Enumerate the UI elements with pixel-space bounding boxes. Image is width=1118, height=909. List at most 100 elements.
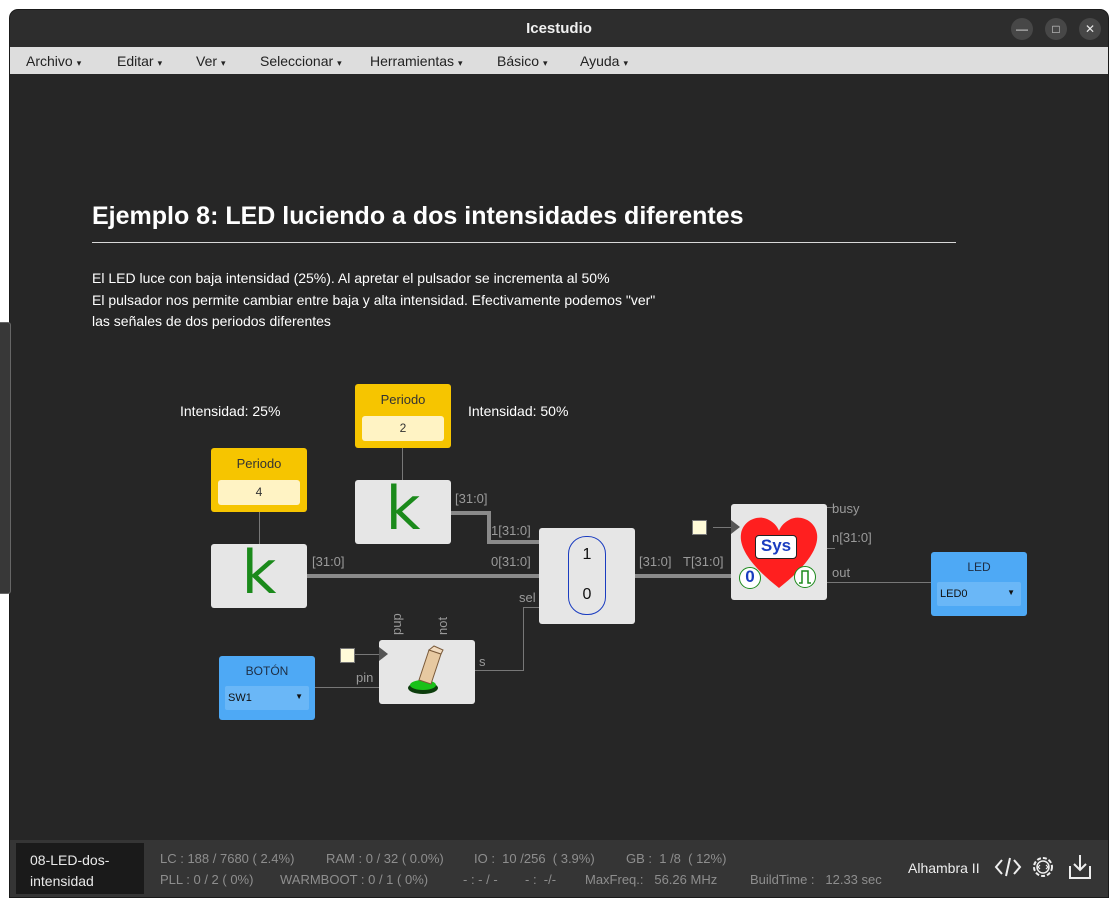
const-k-low-block[interactable]: k [211, 538, 307, 608]
pin-select-value: SW1 [228, 692, 252, 704]
maximize-icon: □ [1052, 22, 1060, 36]
mux-block[interactable]: 1 0 [539, 528, 635, 624]
stat-maxfreq: MaxFreq.: 56.26 MHz [585, 872, 718, 887]
window-title: Icestudio [526, 20, 592, 37]
caret-down-icon: ▾ [623, 58, 628, 68]
mux-sel-label: sel [519, 590, 536, 605]
param-periodo-high[interactable]: Periodo 2 [355, 384, 451, 448]
sys-in-label: T[31:0] [683, 554, 724, 569]
button-block[interactable] [379, 640, 475, 704]
clock-arrow-icon [731, 520, 740, 534]
param-value-input[interactable]: 2 [362, 416, 444, 441]
dropdown-arrow-icon: ▼ [1007, 588, 1015, 597]
sys-block[interactable]: Sys 0 [731, 504, 827, 600]
close-icon: ✕ [1084, 22, 1096, 36]
close-button[interactable]: ✕ [1079, 18, 1101, 40]
stat-pll: PLL : 0 / 2 ( 0%) [160, 872, 254, 887]
design-canvas[interactable]: Ejemplo 8: LED luciendo a dos intensidad… [10, 74, 1108, 850]
stat-dash2: - : -/- [525, 872, 557, 887]
mux-out-label: [31:0] [639, 554, 672, 569]
wire-s-b [523, 607, 524, 671]
stat-ram: RAM : 0 / 32 ( 0.0%) [326, 851, 444, 866]
menu-bar: Archivo ▾ Editar ▾ Ver ▾ Seleccionar ▾ Herra… [10, 47, 1108, 74]
wire-boton-pin [314, 687, 379, 688]
const-k-high-block[interactable]: k [355, 474, 451, 544]
bus-k-high-c [487, 540, 539, 544]
menu-label: Ayuda [580, 53, 620, 69]
clock-arrow-icon [379, 647, 388, 661]
wire-s-c [523, 607, 539, 608]
pin-select[interactable]: SW1 ▼ [225, 686, 309, 710]
button-pin-label: pin [356, 670, 374, 685]
mux-top-label: 1 [582, 546, 592, 563]
doc-line-3: las señales de dos periodos diferentes [92, 313, 331, 329]
board-name[interactable]: Alhambra II [908, 860, 980, 876]
button-not-label: not [435, 616, 450, 635]
menu-herramientas[interactable]: Herramientas ▾ [370, 53, 463, 69]
dropdown-arrow-icon: ▼ [295, 692, 303, 701]
heading-divider [92, 242, 956, 243]
menu-label: Herramientas [370, 53, 455, 69]
maximize-button[interactable]: □ [1045, 18, 1067, 40]
doc-line-2: El pulsador nos permite cambiar entre ba… [92, 292, 656, 308]
wire-sys-clk [713, 527, 731, 528]
menu-label: Editar [117, 53, 154, 69]
stat-warmboot: WARMBOOT : 0 / 1 ( 0%) [280, 872, 429, 887]
upload-download-icon[interactable] [1065, 852, 1095, 882]
caret-down-icon: ▾ [458, 58, 463, 68]
button-clock-input[interactable] [340, 648, 355, 663]
title-bar: Icestudio — □ ✕ [10, 10, 1108, 47]
menu-ver[interactable]: Ver ▾ [196, 53, 226, 69]
param-value-input[interactable]: 4 [218, 480, 300, 505]
pushbutton-icon [408, 645, 444, 694]
doc-line-1: El LED luce con baja intensidad (25%). A… [92, 270, 610, 286]
left-collapsed-panel[interactable] [0, 322, 11, 594]
note-intensity-low: Intensidad: 25% [180, 403, 281, 419]
zero-text: 0 [745, 567, 755, 586]
minimize-button[interactable]: — [1011, 18, 1033, 40]
port-label: [31:0] [455, 491, 488, 506]
output-led-block[interactable]: LED LED0 ▼ [931, 552, 1027, 616]
caret-down-icon: ▾ [543, 58, 548, 68]
wire-sys-to-led [827, 582, 931, 583]
file-name-line2: intensidad [30, 873, 94, 889]
sys-n-label: n[31:0] [832, 530, 872, 545]
input-boton-block[interactable]: BOTÓN SW1 ▼ [219, 656, 315, 720]
menu-basico[interactable]: Básico ▾ [497, 53, 548, 69]
menu-archivo[interactable]: Archivo ▾ [26, 53, 81, 69]
button-pup-label: pup [389, 613, 404, 635]
param-periodo-low[interactable]: Periodo 4 [211, 448, 307, 512]
sys-clock-input[interactable] [692, 520, 707, 535]
button-s-label: s [479, 654, 486, 669]
verify-code-icon[interactable] [993, 852, 1023, 882]
sys-out-label: out [832, 565, 851, 580]
menu-label: Ver [196, 53, 218, 69]
output-label: LED [967, 560, 991, 574]
input-label: BOTÓN [245, 664, 289, 678]
constant-k-icon: k [385, 474, 421, 544]
file-name-line1: 08-LED-dos- [30, 852, 110, 868]
note-intensity-high: Intensidad: 50% [468, 403, 569, 419]
sys-busy-label: busy [832, 501, 860, 516]
menu-label: Básico [497, 53, 540, 69]
minimize-icon: — [1016, 22, 1028, 36]
app-window: Icestudio — □ ✕ Archivo ▾ Editar ▾ Ver ▾ Se… [10, 10, 1108, 897]
menu-editar[interactable]: Editar ▾ [117, 53, 162, 69]
pin-select[interactable]: LED0 ▼ [937, 582, 1021, 606]
wire-button-clk [354, 654, 380, 655]
doc-heading: Ejemplo 8: LED luciendo a dos intensidad… [92, 202, 744, 230]
wire-n-stub [827, 548, 835, 549]
stat-lc: LC : 188 / 7680 ( 2.4%) [160, 851, 295, 866]
sys-text: Sys [760, 536, 792, 555]
menu-label: Seleccionar [260, 53, 334, 69]
build-gear-icon[interactable] [1028, 852, 1058, 882]
stat-gb: GB : 1 /8 ( 12%) [626, 851, 727, 866]
file-tab[interactable]: 08-LED-dos- intensidad [16, 843, 144, 894]
caret-down-icon: ▾ [76, 58, 82, 68]
mux-bottom-label: 0 [582, 586, 592, 603]
stat-buildtime: BuildTime : 12.33 sec [750, 872, 882, 887]
menu-seleccionar[interactable]: Seleccionar ▾ [260, 53, 342, 69]
constant-k-icon: k [241, 538, 277, 608]
param-label: Periodo [380, 392, 426, 407]
menu-ayuda[interactable]: Ayuda ▾ [580, 53, 628, 69]
